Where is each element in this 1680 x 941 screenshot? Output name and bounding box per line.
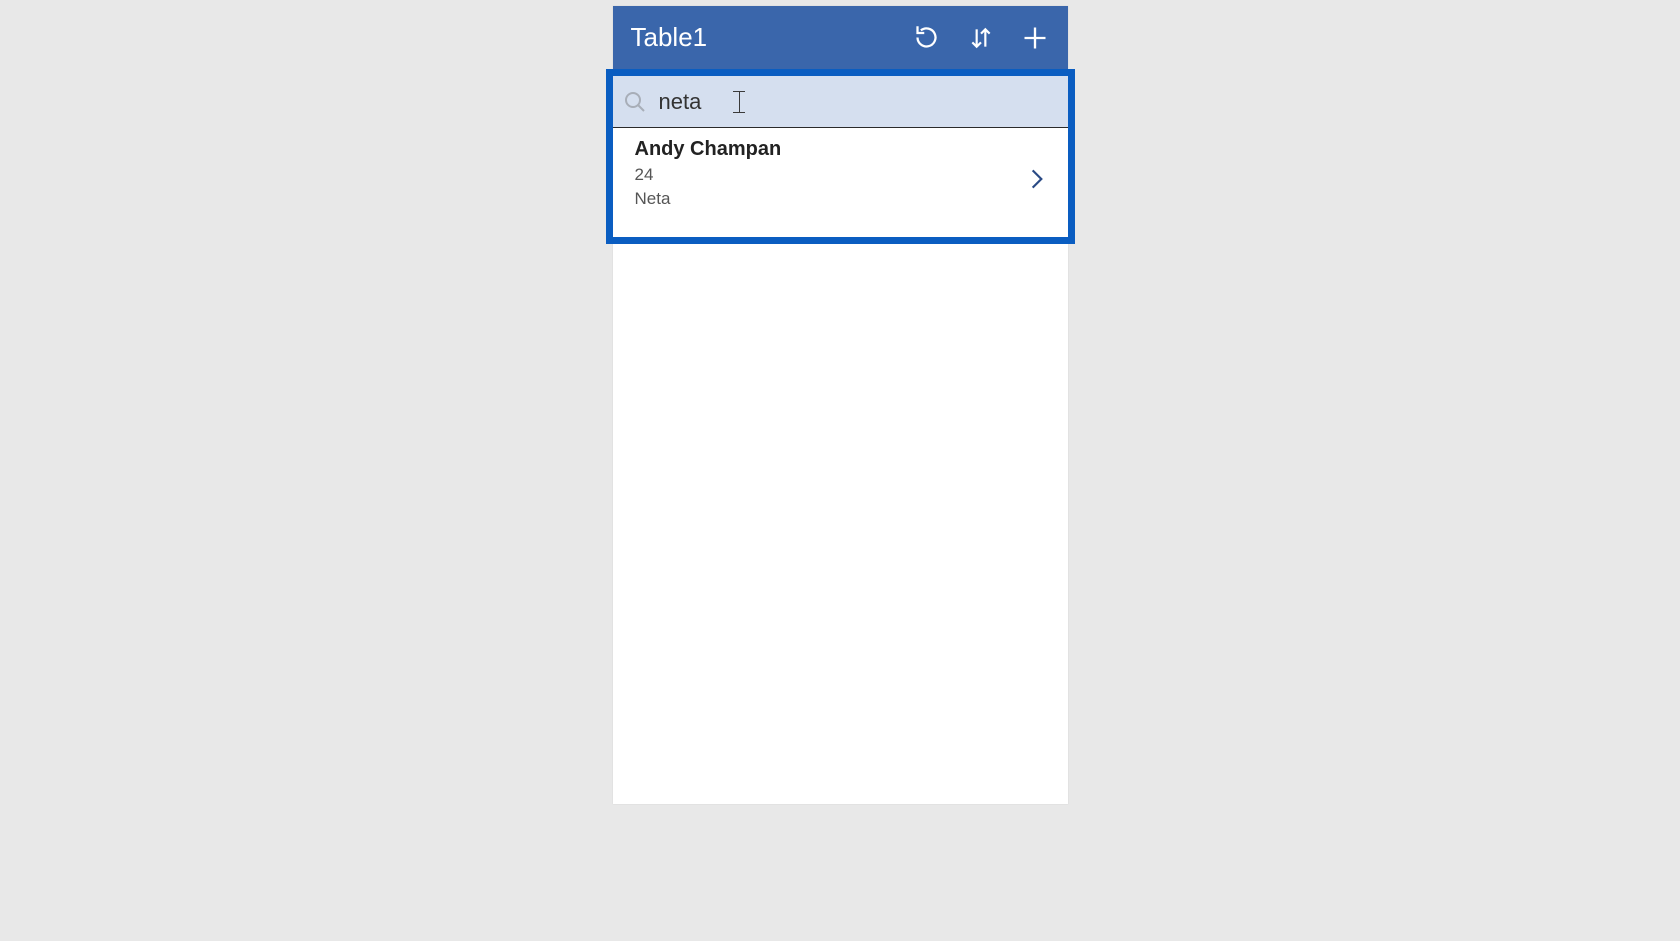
list-item-title: Andy Champan xyxy=(635,138,782,161)
header-bar: Table1 xyxy=(613,6,1068,69)
highlight-region: Andy Champan 24 Neta xyxy=(606,69,1075,244)
app-screen: Table1 xyxy=(613,6,1068,804)
add-icon[interactable] xyxy=(1020,23,1050,53)
header-title: Table1 xyxy=(631,22,708,53)
list-item-line2: 24 xyxy=(635,165,782,185)
list-item-text: Andy Champan 24 Neta xyxy=(635,138,782,209)
search-input[interactable] xyxy=(659,89,719,115)
search-icon xyxy=(623,90,647,114)
text-cursor-icon xyxy=(731,91,747,113)
list-item-line3: Neta xyxy=(635,189,782,209)
empty-list-area xyxy=(613,244,1068,804)
list-item[interactable]: Andy Champan 24 Neta xyxy=(613,128,1068,237)
chevron-right-icon xyxy=(1024,166,1050,192)
header-actions xyxy=(912,23,1050,53)
sort-icon[interactable] xyxy=(966,23,996,53)
refresh-icon[interactable] xyxy=(912,23,942,53)
search-row[interactable] xyxy=(613,76,1068,128)
